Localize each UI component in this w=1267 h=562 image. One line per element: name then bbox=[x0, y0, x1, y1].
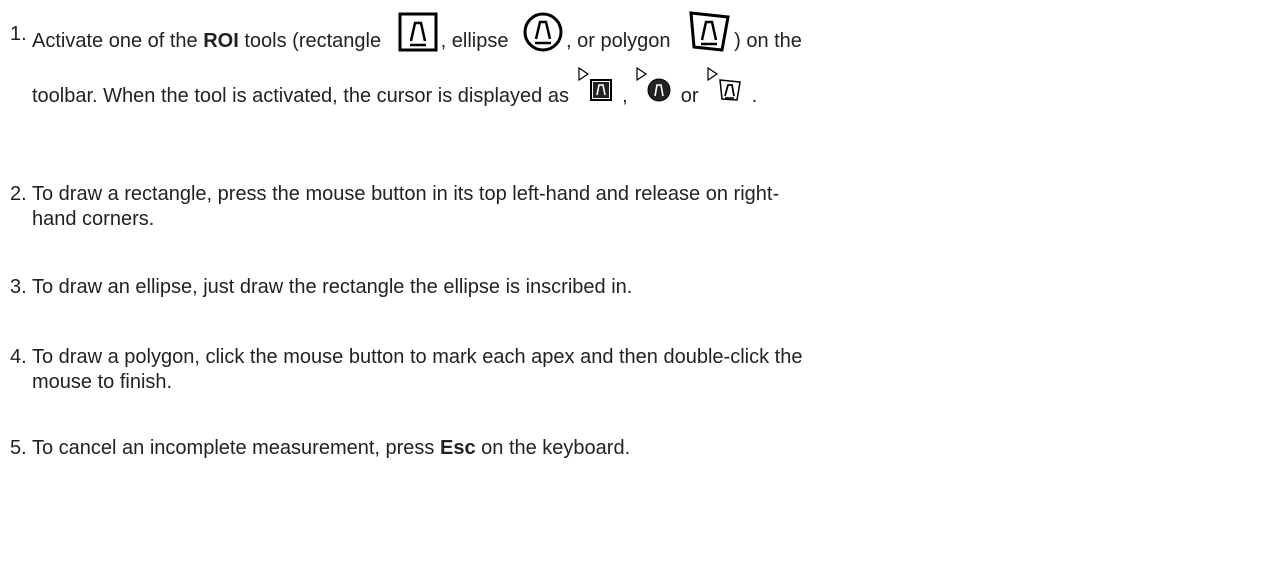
step-1-line-1: Activate one of the ROI tools (rectangle… bbox=[32, 11, 1237, 61]
step-number: 4. bbox=[10, 346, 27, 368]
step-2: 2. To draw a rectangle, press the mouse … bbox=[0, 180, 1267, 235]
roi-rectangle-icon bbox=[397, 11, 439, 60]
esc-key: Esc bbox=[439, 437, 476, 459]
roi-ellipse-icon bbox=[522, 11, 564, 60]
roi-term: ROI bbox=[203, 29, 239, 52]
step-1-line-2: toolbar. When the tool is activated, the… bbox=[32, 67, 1237, 109]
step-1: 1. Activate one of the ROI tools (rectan… bbox=[0, 10, 1267, 130]
cursor-polygon-icon bbox=[706, 66, 746, 109]
step-5: 5. To cancel an incomplete measurement, … bbox=[0, 434, 1267, 464]
step-4: 4. To draw a polygon, click the mouse bu… bbox=[0, 343, 1267, 398]
step-number: 5. bbox=[10, 437, 27, 459]
roi-polygon-icon bbox=[688, 10, 732, 61]
step-4-text: To draw a polygon, click the mouse butto… bbox=[32, 346, 803, 393]
step-3-text: To draw an ellipse, just draw the rectan… bbox=[32, 276, 633, 298]
cursor-rectangle-icon bbox=[577, 66, 617, 109]
cursor-ellipse-icon bbox=[635, 66, 675, 109]
step-2-text: To draw a rectangle, press the mouse but… bbox=[32, 183, 780, 230]
step-5-text: To cancel an incomplete measurement, pre… bbox=[32, 437, 631, 459]
step-number: 2. bbox=[10, 183, 27, 205]
step-number: 3. bbox=[10, 276, 27, 298]
step-3: 3. To draw an ellipse, just draw the rec… bbox=[0, 273, 1267, 303]
step-number: 1. bbox=[10, 23, 27, 45]
